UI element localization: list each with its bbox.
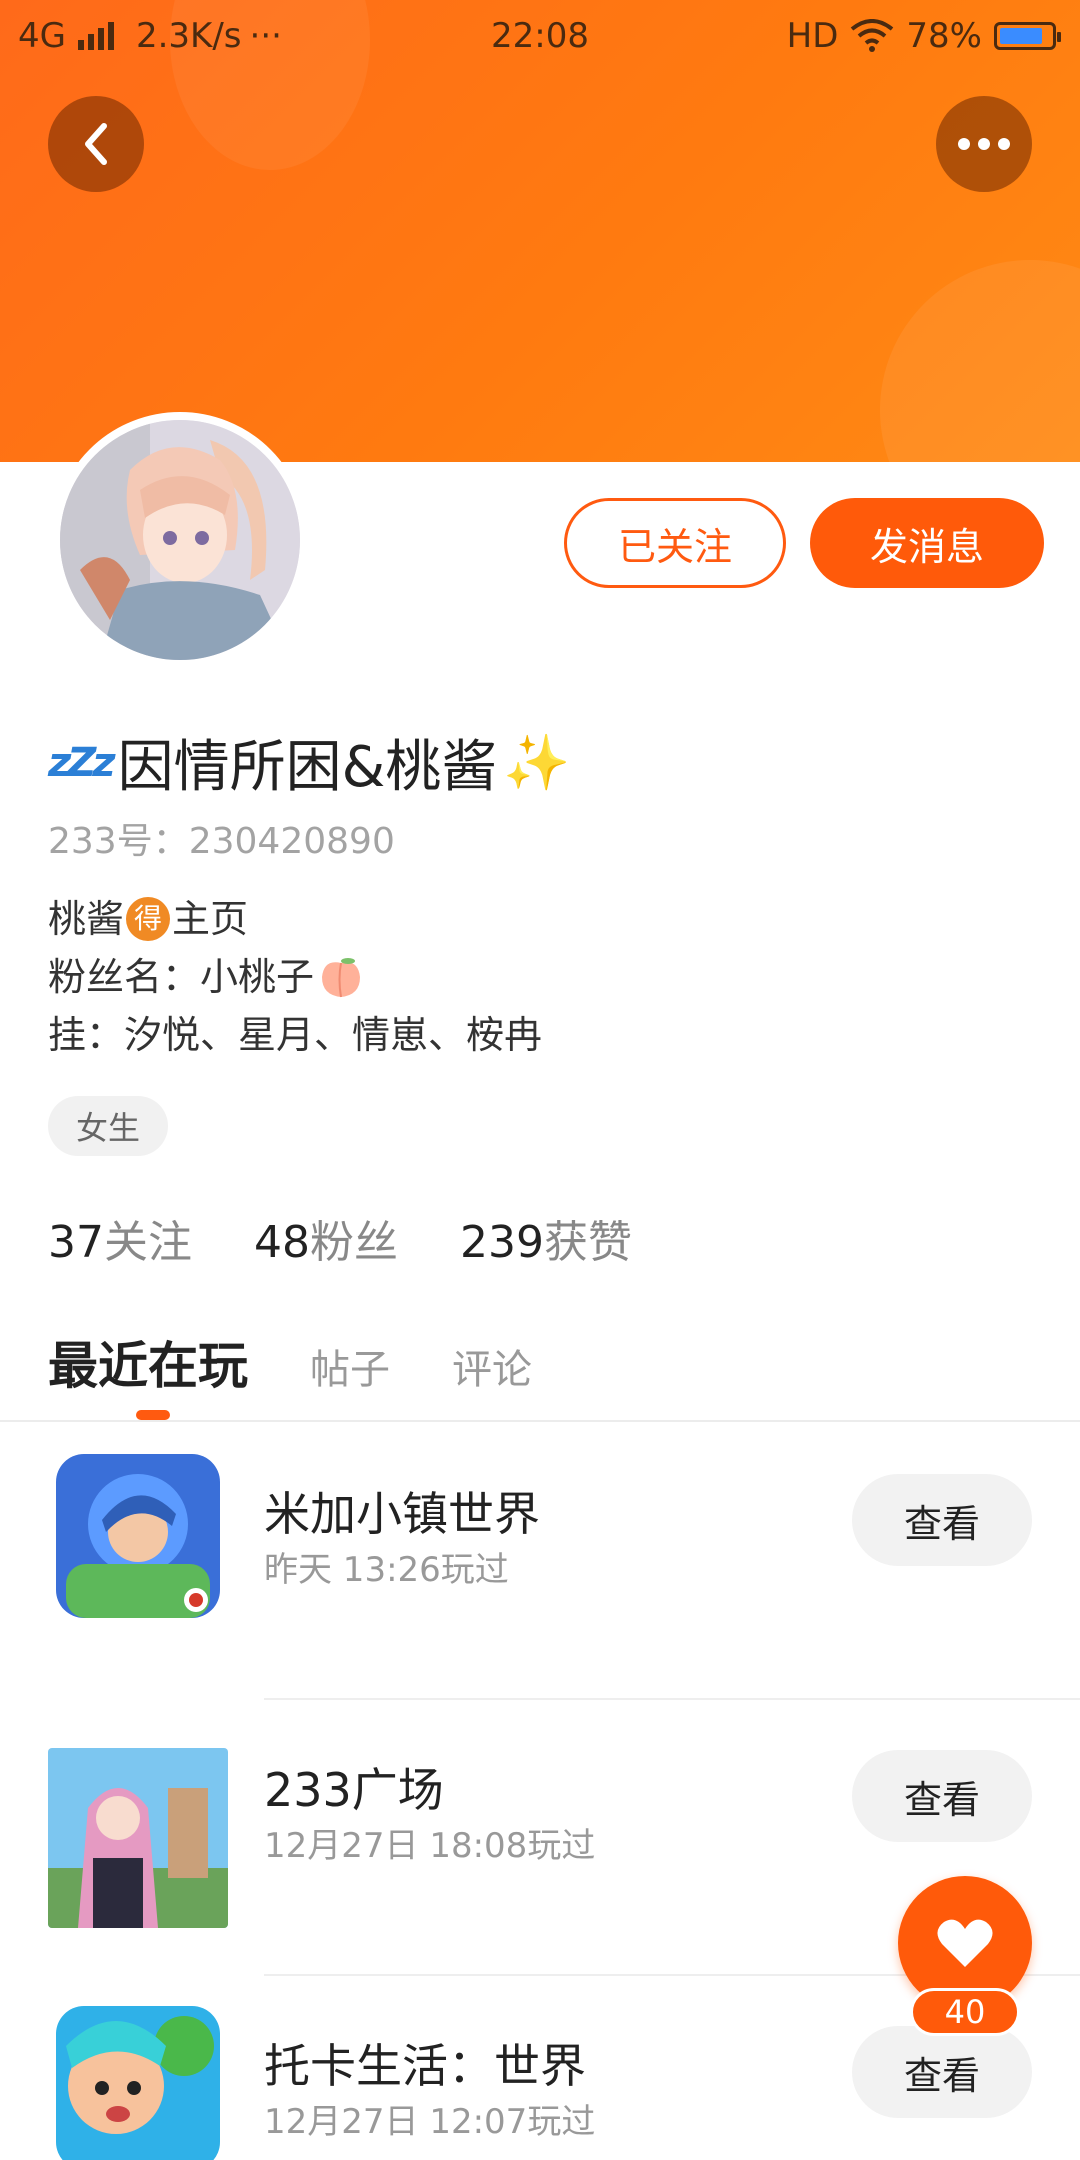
peach-icon	[318, 955, 364, 999]
fans-label: 粉丝	[310, 1217, 398, 1268]
bio-line2: 粉丝名：小桃子	[48, 955, 315, 999]
gender-tag: 女生	[48, 1096, 168, 1156]
game-title: 233广场	[264, 1763, 444, 1817]
profile-tabs: 最近在玩 帖子 评论	[48, 1326, 532, 1398]
bio-line1-b: 主页	[172, 897, 249, 941]
heart-icon	[937, 1919, 993, 1967]
more-button[interactable]	[936, 96, 1032, 192]
likes-stat: 239获赞	[460, 1206, 632, 1270]
fans-stat[interactable]: 48粉丝	[254, 1206, 398, 1270]
sleeping-zzz-icon: zZz	[48, 739, 116, 786]
bio-line3: 挂：汐悦、星月、情崽、桉冉	[48, 1013, 543, 1057]
tab-posts[interactable]: 帖子	[310, 1337, 390, 1395]
following-stat[interactable]: 37关注	[48, 1206, 192, 1270]
profile-name-row: zZz 因情所困&桃酱 ✨	[48, 722, 571, 803]
tab-comments[interactable]: 评论	[452, 1337, 532, 1395]
battery-icon	[994, 22, 1061, 50]
game-icon	[56, 1454, 220, 1618]
following-label: 关注	[104, 1217, 192, 1268]
game-played-time: 昨天 13:26玩过	[264, 1550, 509, 1590]
avatar-image	[60, 420, 300, 660]
like-count-badge: 40	[910, 1988, 1020, 2036]
avatar[interactable]	[52, 412, 308, 668]
active-tab-indicator	[136, 1410, 170, 1420]
user-id-value: 230420890	[188, 821, 395, 862]
view-button[interactable]: 查看	[852, 2026, 1032, 2118]
view-button[interactable]: 查看	[852, 1750, 1032, 1842]
more-dots-icon	[958, 138, 970, 150]
game-played-time: 12月27日 18:08玩过	[264, 1826, 596, 1866]
profile-bio: 桃酱 得 主页 粉丝名：小桃子 挂：汐悦、星月、情崽、桉冉	[48, 890, 542, 1064]
list-item[interactable]: 米加小镇世界 昨天 13:26玩过 查看	[0, 1424, 1080, 1700]
followed-button[interactable]: 已关注	[564, 498, 786, 588]
view-button[interactable]: 查看	[852, 1474, 1032, 1566]
following-count: 37	[48, 1217, 104, 1268]
tab-recently-played[interactable]: 最近在玩	[48, 1326, 248, 1398]
back-button[interactable]	[48, 96, 144, 192]
bio-line1-a: 桃酱	[48, 897, 125, 941]
tabs-divider	[0, 1420, 1080, 1422]
user-id: 233号：230420890	[48, 812, 395, 864]
fans-count: 48	[254, 1217, 310, 1268]
game-icon	[48, 1748, 228, 1928]
status-bar: 4G 2.3K/s ··· 22:08 HD 78%	[0, 0, 1080, 74]
user-id-label: 233号：	[48, 821, 189, 862]
profile-name: 因情所困&桃酱	[117, 735, 498, 800]
likes-count: 239	[460, 1217, 544, 1268]
game-icon	[56, 2006, 220, 2160]
sparkles-icon: ✨	[503, 730, 571, 794]
send-message-button[interactable]: 发消息	[810, 498, 1044, 588]
game-title: 托卡生活：世界	[264, 2039, 586, 2093]
battery-percent: 78%	[906, 16, 982, 56]
hd-indicator: HD	[786, 16, 839, 56]
chevron-left-icon	[85, 123, 107, 165]
game-played-time: 12月27日 12:07玩过	[264, 2102, 596, 2142]
likes-label: 获赞	[543, 1217, 632, 1268]
game-title: 米加小镇世界	[264, 1487, 540, 1541]
de-badge-icon: 得	[126, 897, 171, 941]
profile-stats: 37关注 48粉丝 239获赞	[48, 1206, 632, 1270]
wifi-icon	[851, 19, 894, 52]
